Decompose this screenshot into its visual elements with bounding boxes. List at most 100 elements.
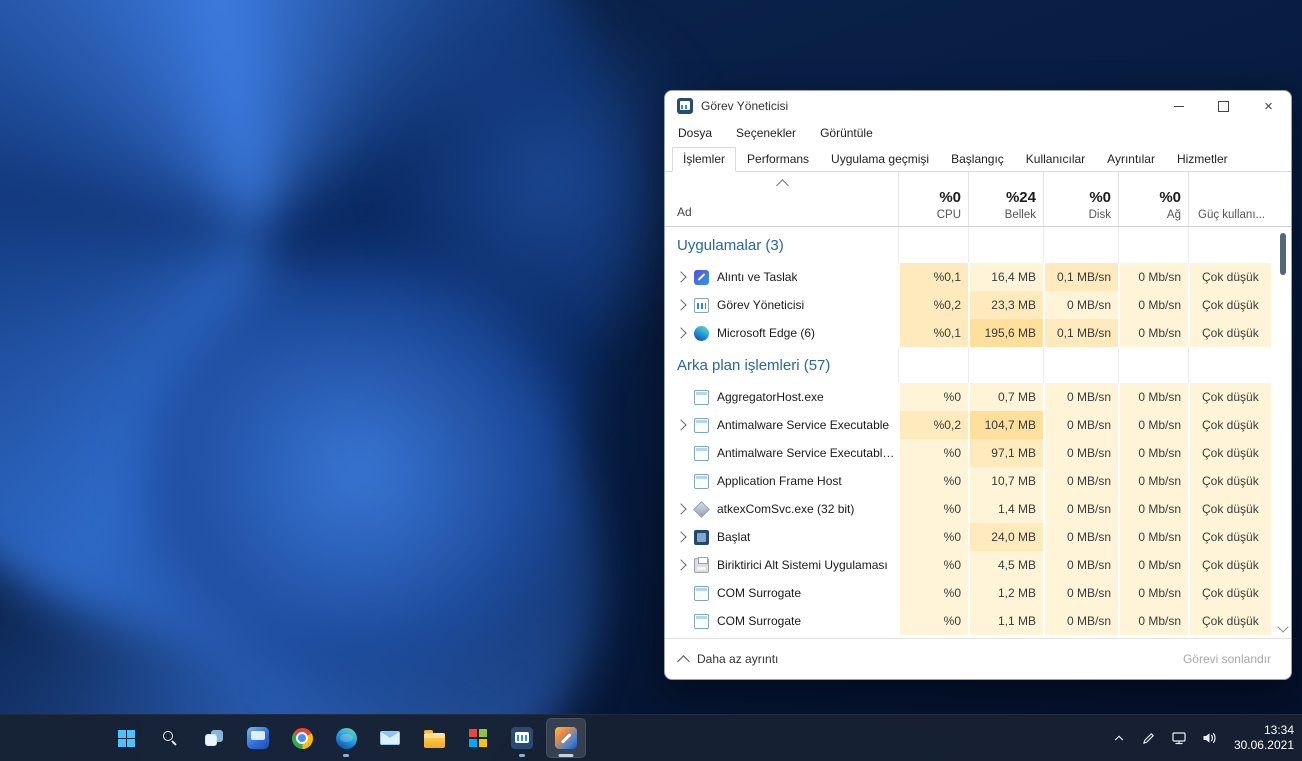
process-row[interactable]: atkexComSvc.exe (32 bit)%01,4 MB0 MB/sn0… (665, 495, 1291, 523)
expand-chevron-icon[interactable] (675, 299, 686, 310)
process-row[interactable]: Başlat%024,0 MB0 MB/sn0 Mb/snÇok düşük (665, 523, 1291, 551)
tab-strip: İşlemlerPerformansUygulama geçmişiBaşlan… (665, 145, 1291, 172)
tab-performans[interactable]: Performans (736, 147, 820, 172)
group-title: Uygulamalar (3) (665, 227, 898, 263)
tab-başlangıç[interactable]: Başlangıç (940, 147, 1015, 172)
clock-time: 13:34 (1264, 723, 1294, 738)
titlebar[interactable]: Görev Yöneticisi × (665, 91, 1291, 121)
process-row[interactable]: Microsoft Edge (6)%0,1195,6 MB0,1 MB/sn0… (665, 319, 1291, 347)
taskbar: 13:34 30.06.2021 (0, 714, 1302, 761)
taskbar-file-explorer-button[interactable] (414, 718, 454, 758)
column-header-disk[interactable]: %0Disk (1043, 172, 1118, 226)
cell-disk: 0 MB/sn (1043, 607, 1118, 635)
tab-kullanıcılar[interactable]: Kullanıcılar (1015, 147, 1096, 172)
cell-cpu: %0,1 (898, 319, 968, 347)
column-header-güç-kullanı-[interactable]: Güç kullanı... (1188, 172, 1271, 226)
cell-disk: 0,1 MB/sn (1043, 319, 1118, 347)
process-icon-default (694, 586, 709, 601)
column-header-bellek[interactable]: %24Bellek (968, 172, 1043, 226)
cell-cpu: %0 (898, 439, 968, 467)
expand-chevron-icon[interactable] (675, 559, 686, 570)
name-column-label: Ad (677, 205, 692, 219)
process-icon-diamond (693, 501, 710, 518)
empty-cell (898, 347, 968, 383)
column-header-row: Ad %0CPU%24Bellek%0Disk%0AğGüç kullanı..… (665, 172, 1291, 227)
taskbar-edge-button[interactable] (326, 718, 366, 758)
cell-disk: 0,1 MB/sn (1043, 263, 1118, 291)
tab-hizmetler[interactable]: Hizmetler (1166, 147, 1239, 172)
tab-ayrıntılar[interactable]: Ayrıntılar (1096, 147, 1166, 172)
taskbar-chrome-button[interactable] (282, 718, 322, 758)
network-icon[interactable] (1170, 729, 1188, 747)
cell-cpu: %0,1 (898, 263, 968, 291)
cell-disk: 0 MB/sn (1043, 383, 1118, 411)
empty-cell (898, 227, 968, 263)
taskbar-task-view-button[interactable] (194, 718, 234, 758)
cell-memory: 16,4 MB (968, 263, 1043, 291)
tray-chevron-up-icon[interactable] (1110, 729, 1128, 747)
maximize-button[interactable] (1201, 91, 1246, 121)
group-header[interactable]: Arka plan işlemleri (57) (665, 347, 1291, 383)
scrollbar[interactable] (1278, 231, 1288, 633)
menu-secenekler[interactable]: Seçenekler (733, 124, 799, 142)
tab-i̇şlemler[interactable]: İşlemler (672, 147, 736, 172)
process-row[interactable]: Application Frame Host%010,7 MB0 MB/sn0 … (665, 467, 1291, 495)
cell-cpu: %0 (898, 607, 968, 635)
cell-cpu: %0 (898, 551, 968, 579)
process-row[interactable]: Görev Yöneticisi%0,223,3 MB0 MB/sn0 Mb/s… (665, 291, 1291, 319)
column-header-cpu[interactable]: %0CPU (898, 172, 968, 226)
expand-chevron-icon[interactable] (675, 531, 686, 542)
process-row[interactable]: Biriktirici Alt Sistemi Uygulaması%04,5 … (665, 551, 1291, 579)
process-row[interactable]: COM Surrogate%01,1 MB0 MB/sn0 Mb/snÇok d… (665, 607, 1291, 635)
column-header-ad[interactable]: Ad (665, 172, 898, 226)
process-row[interactable]: Alıntı ve Taslak%0,116,4 MB0,1 MB/sn0 Mb… (665, 263, 1291, 291)
empty-cell (968, 227, 1043, 263)
taskbar-mail-button[interactable] (370, 718, 410, 758)
process-name-cell: Application Frame Host (665, 467, 898, 495)
group-title: Arka plan işlemleri (57) (665, 347, 898, 383)
cell-memory: 0,7 MB (968, 383, 1043, 411)
scroll-down-icon[interactable] (1277, 621, 1288, 632)
column-header-ağ[interactable]: %0Ağ (1118, 172, 1188, 226)
process-name: Başlat (717, 530, 750, 544)
process-row[interactable]: AggregatorHost.exe%00,7 MB0 MB/sn0 Mb/sn… (665, 383, 1291, 411)
scrollbar-thumb[interactable] (1280, 233, 1286, 275)
cell-network: 0 Mb/sn (1118, 579, 1188, 607)
expand-chevron-icon[interactable] (675, 271, 686, 282)
menu-goruntule[interactable]: Görüntüle (817, 124, 876, 142)
close-button[interactable]: × (1246, 91, 1291, 121)
mail-icon (380, 731, 400, 745)
volume-icon[interactable] (1200, 729, 1218, 747)
taskbar-start-button[interactable] (106, 718, 146, 758)
expand-chevron-icon[interactable] (675, 503, 686, 514)
taskbar-widgets-button[interactable] (238, 718, 278, 758)
process-list: Uygulamalar (3)Alıntı ve Taslak%0,116,4 … (665, 227, 1291, 638)
process-name: Biriktirici Alt Sistemi Uygulaması (717, 558, 888, 572)
empty-cell (1043, 347, 1118, 383)
fewer-details-button[interactable]: Daha az ayrıntı (679, 652, 778, 666)
pen-icon[interactable] (1140, 729, 1158, 747)
process-row[interactable]: Antimalware Service Executable%0,2104,7 … (665, 411, 1291, 439)
minimize-button[interactable] (1156, 91, 1201, 121)
end-task-button[interactable]: Görevi sonlandır (1177, 651, 1277, 667)
process-name: COM Surrogate (717, 586, 801, 600)
taskbar-clock[interactable]: 13:34 30.06.2021 (1234, 723, 1294, 753)
process-row[interactable]: Antimalware Service Executable...%097,1 … (665, 439, 1291, 467)
process-icon-printer (694, 558, 709, 573)
cell-power: Çok düşük (1188, 607, 1271, 635)
expand-chevron-icon[interactable] (675, 327, 686, 338)
taskbar-snip-sketch-button[interactable] (546, 718, 586, 758)
cell-network: 0 Mb/sn (1118, 495, 1188, 523)
tab-uygulama-geçmişi[interactable]: Uygulama geçmişi (820, 147, 940, 172)
taskbar-task-manager-button[interactable] (502, 718, 542, 758)
empty-cell (1188, 347, 1271, 383)
menu-dosya[interactable]: Dosya (675, 124, 715, 142)
expand-chevron-icon[interactable] (675, 419, 686, 430)
cell-power: Çok düşük (1188, 263, 1271, 291)
process-row[interactable]: COM Surrogate%01,2 MB0 MB/sn0 Mb/snÇok d… (665, 579, 1291, 607)
cell-disk: 0 MB/sn (1043, 467, 1118, 495)
taskbar-search-button[interactable] (150, 718, 190, 758)
taskbar-store-button[interactable] (458, 718, 498, 758)
group-header[interactable]: Uygulamalar (3) (665, 227, 1291, 263)
cell-disk: 0 MB/sn (1043, 439, 1118, 467)
